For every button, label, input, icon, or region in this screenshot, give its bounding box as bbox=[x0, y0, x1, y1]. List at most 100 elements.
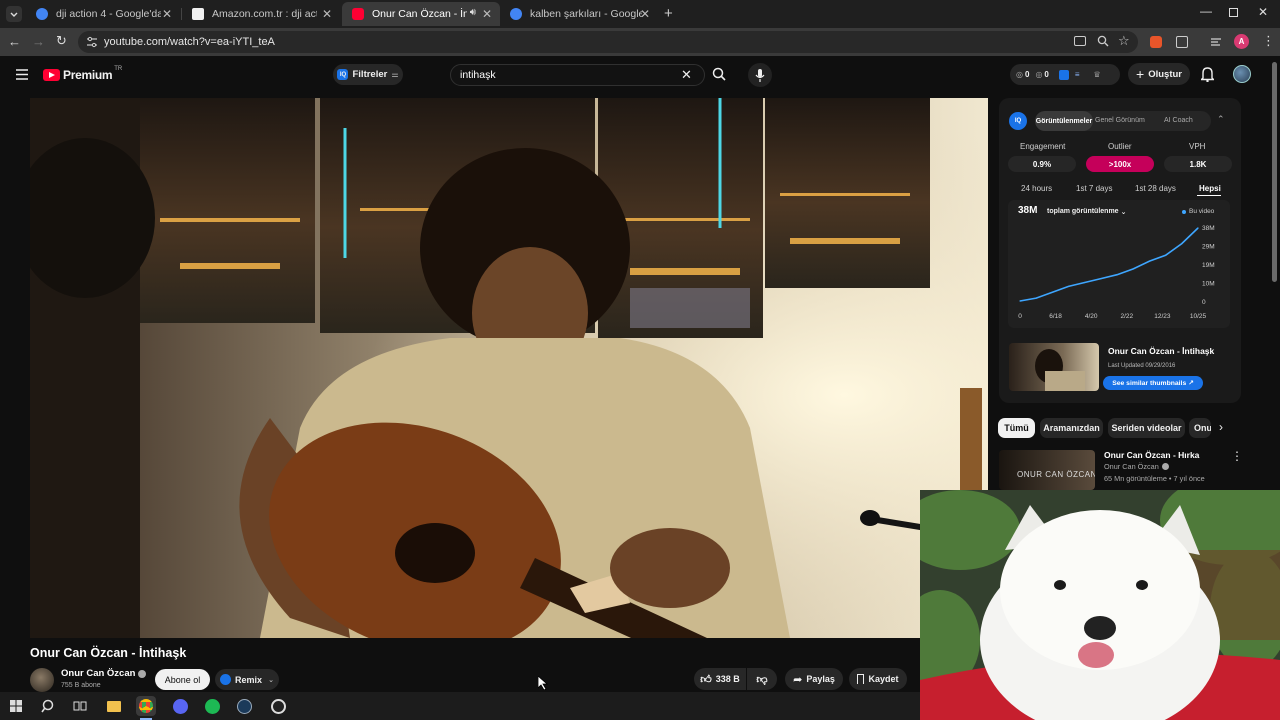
minimize-button[interactable]: — bbox=[1200, 4, 1212, 18]
similar-thumbnails-button[interactable]: See similar thumbnails ↗ bbox=[1103, 376, 1203, 390]
discord-icon[interactable] bbox=[170, 696, 190, 716]
data-point bbox=[1084, 281, 1086, 284]
close-icon[interactable]: ✕ bbox=[322, 7, 332, 21]
site-info-icon[interactable] bbox=[86, 36, 98, 48]
extension-toolbar: ◎ 0 ◎ 0 ≡ ♕ bbox=[1010, 64, 1120, 85]
related-thumbnail[interactable]: ONUR CAN ÖZCAN bbox=[999, 450, 1095, 490]
page-scrollbar[interactable] bbox=[1272, 62, 1277, 282]
account-avatar[interactable] bbox=[1233, 65, 1251, 83]
list-icon[interactable]: ≡ bbox=[1075, 70, 1080, 79]
browser-tab-google-2[interactable]: kalben şarkıları - Google'da Ara ✕ bbox=[500, 2, 658, 26]
voice-search-button[interactable] bbox=[748, 63, 772, 87]
series-line bbox=[1019, 227, 1199, 302]
reload-icon[interactable]: ↻ bbox=[56, 33, 67, 49]
search-icon[interactable] bbox=[38, 696, 58, 716]
speaker-icon[interactable]: 🔊︎ bbox=[470, 7, 476, 18]
chevron-right-icon[interactable]: › bbox=[1219, 420, 1223, 434]
range-24h[interactable]: 24 hours bbox=[1021, 184, 1052, 193]
close-icon[interactable]: ✕ bbox=[640, 7, 650, 21]
file-explorer-icon[interactable] bbox=[104, 696, 124, 716]
tab-overview[interactable]: Genel Görünüm bbox=[1095, 117, 1145, 124]
close-icon[interactable]: ✕ bbox=[482, 7, 492, 21]
tab-views[interactable]: Görüntülenmeler bbox=[1035, 111, 1093, 131]
video-player[interactable] bbox=[30, 98, 988, 638]
new-tab-button[interactable]: + bbox=[664, 5, 673, 22]
search-box[interactable]: intihaşk ✕ bbox=[450, 64, 705, 86]
data-point bbox=[1132, 268, 1134, 270]
address-bar[interactable]: youtube.com/watch?v=ea-iYTI_teA ☆ bbox=[78, 31, 1138, 53]
obs-icon[interactable] bbox=[268, 696, 288, 716]
tab-ai-coach[interactable]: AI Coach bbox=[1164, 117, 1193, 124]
data-point bbox=[1181, 242, 1183, 245]
share-button[interactable]: ➦ Paylaş bbox=[785, 668, 843, 690]
iq-icon[interactable] bbox=[1058, 69, 1069, 80]
range-28d[interactable]: 1st 28 days bbox=[1135, 184, 1176, 193]
restore-button[interactable] bbox=[1229, 8, 1238, 17]
microphone-icon bbox=[755, 68, 765, 82]
video-title: Onur Can Özcan - İntihaşk bbox=[30, 646, 187, 660]
zoom-icon[interactable] bbox=[1097, 35, 1109, 47]
thumbs-down-icon: 👎︎ bbox=[756, 673, 768, 686]
counter-b: 0 bbox=[1044, 70, 1049, 79]
hamburger-menu-icon[interactable] bbox=[16, 69, 28, 80]
related-title[interactable]: Onur Can Özcan - Hırka bbox=[1104, 450, 1199, 460]
close-icon[interactable]: ✕ bbox=[162, 7, 172, 21]
task-view-icon[interactable] bbox=[70, 696, 90, 716]
profile-avatar[interactable]: A bbox=[1234, 34, 1249, 49]
windows-start-icon[interactable] bbox=[6, 696, 26, 716]
youtube-logo[interactable]: Premium TR bbox=[43, 66, 122, 82]
related-meta: 65 Mn görüntüleme • 7 yıl önce bbox=[1104, 474, 1205, 483]
remix-button[interactable]: Remix ⌄ bbox=[215, 669, 279, 690]
channel-avatar[interactable] bbox=[30, 668, 54, 692]
spotify-icon[interactable] bbox=[202, 696, 222, 716]
data-point bbox=[1035, 297, 1037, 299]
back-icon[interactable]: ← bbox=[8, 34, 21, 49]
like-count: 338 B bbox=[715, 674, 740, 684]
browser-tab-amazon[interactable]: Amazon.com.tr : dji action 4 ✕ bbox=[182, 2, 340, 26]
clear-search-icon[interactable]: ✕ bbox=[681, 67, 692, 83]
reading-list-icon[interactable] bbox=[1210, 36, 1222, 48]
filters-button[interactable]: IQ Filtreler ⚌ bbox=[333, 64, 403, 85]
metric-dropdown-label: toplam görüntülenme bbox=[1047, 208, 1119, 215]
y-tick-label: 19M bbox=[1202, 262, 1215, 269]
notifications-bell-icon[interactable] bbox=[1201, 67, 1214, 82]
iq-analytics-panel: IQ Görüntülenmeler Genel Görünüm AI Coac… bbox=[999, 98, 1241, 403]
menu-dots-icon[interactable]: ⋮ bbox=[1262, 33, 1275, 49]
metric-dropdown[interactable]: toplam görüntülenme ⌄ bbox=[1047, 208, 1126, 216]
search-icon[interactable] bbox=[712, 67, 726, 81]
chart-legend: Bu video bbox=[1182, 208, 1214, 215]
range-all[interactable]: Hepsi bbox=[1199, 184, 1221, 193]
extension-icon[interactable] bbox=[1150, 36, 1162, 48]
create-button[interactable]: + Oluştur bbox=[1128, 63, 1190, 85]
trophy-icon[interactable]: ♕ bbox=[1094, 70, 1101, 79]
range-7d[interactable]: 1st 7 days bbox=[1076, 184, 1112, 193]
browser-tab-google-1[interactable]: dji action 4 - Google'da Ara ✕ bbox=[26, 2, 180, 26]
chip-all[interactable]: Tümü bbox=[998, 418, 1035, 438]
save-button[interactable]: Kaydet bbox=[849, 668, 907, 690]
chevron-down-icon: ⌄ bbox=[1120, 209, 1127, 216]
forward-icon[interactable]: → bbox=[32, 34, 45, 49]
tab-title: dji action 4 - Google'da Ara bbox=[56, 8, 161, 20]
verified-icon bbox=[1161, 463, 1169, 470]
channel-name[interactable]: Onur Can Özcan bbox=[61, 668, 147, 679]
cast-icon[interactable] bbox=[1074, 36, 1086, 46]
bookmark-star-icon[interactable]: ☆ bbox=[1118, 33, 1130, 49]
chip-from-search[interactable]: Aramanızdan bbox=[1040, 418, 1103, 438]
chip-series[interactable]: Seriden videolar bbox=[1108, 418, 1185, 438]
windows-taskbar bbox=[0, 692, 920, 720]
close-window-button[interactable]: ✕ bbox=[1258, 5, 1268, 19]
collapse-icon[interactable]: ⌃ bbox=[1217, 114, 1225, 125]
search-input[interactable]: intihaşk bbox=[460, 69, 496, 81]
subscribe-button[interactable]: Abone ol bbox=[155, 669, 210, 690]
chip-channel[interactable]: Onur bbox=[1189, 418, 1211, 438]
chrome-icon[interactable] bbox=[136, 696, 156, 716]
puzzle-icon[interactable] bbox=[1176, 36, 1188, 48]
more-options-icon[interactable]: ⋮ bbox=[1231, 449, 1243, 463]
metric-value-outlier: >100x bbox=[1086, 156, 1154, 172]
tab-search-icon[interactable] bbox=[6, 6, 22, 22]
video-thumbnail[interactable] bbox=[1009, 343, 1099, 391]
steam-icon[interactable] bbox=[234, 696, 254, 716]
dislike-button[interactable]: 👎︎ bbox=[747, 668, 777, 690]
like-button[interactable]: 👍︎ 338 B bbox=[694, 668, 746, 690]
browser-tab-youtube[interactable]: Onur Can Özcan - İntihaşk 🔊︎ ✕ bbox=[342, 2, 500, 26]
